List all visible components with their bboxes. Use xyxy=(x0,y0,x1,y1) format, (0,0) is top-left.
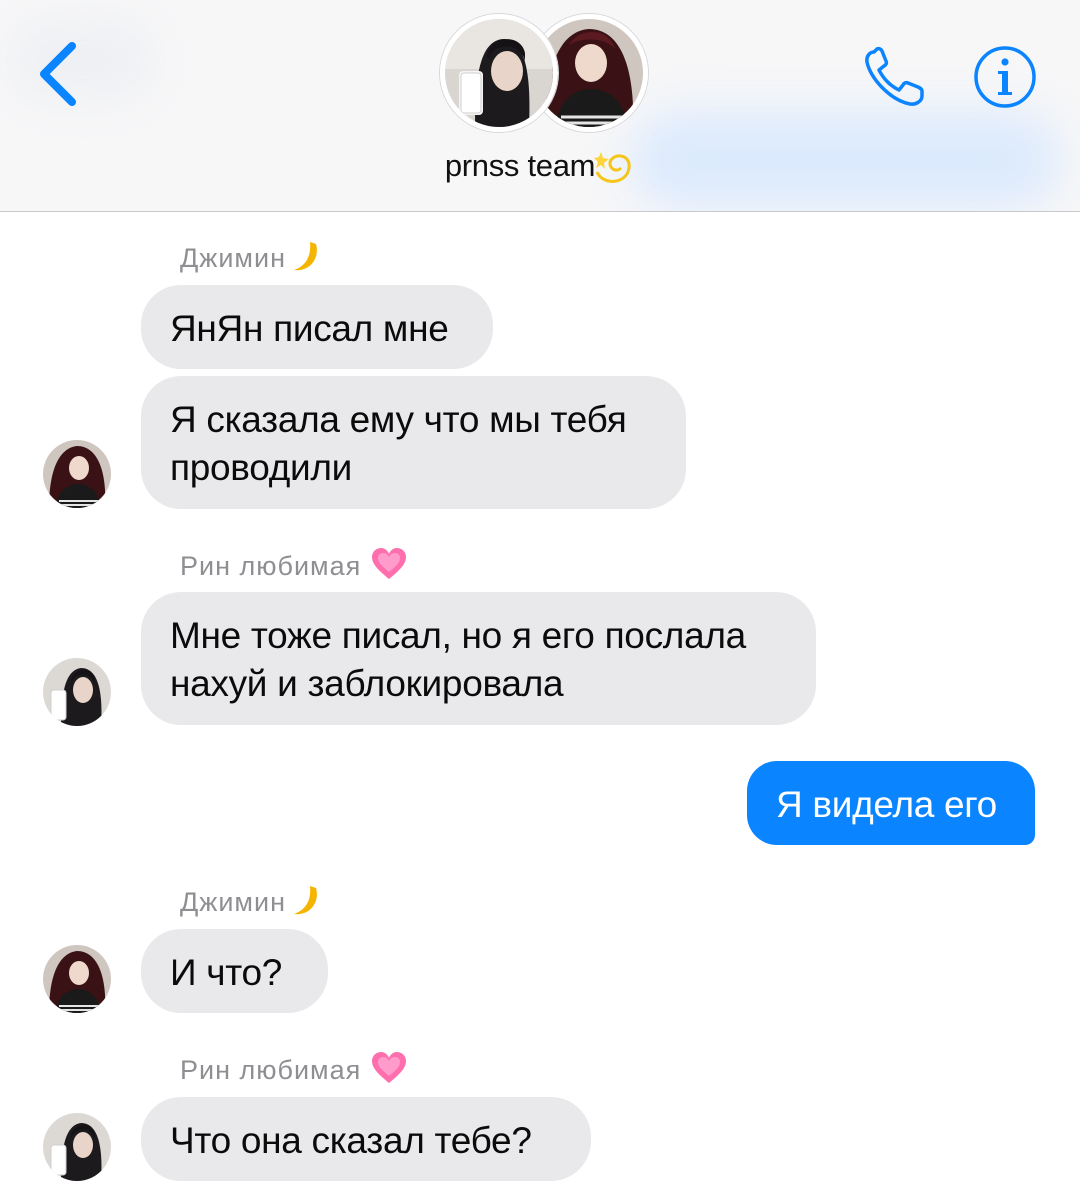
message-bubble[interactable]: Мне тоже писал, но я его послала нахуй и… xyxy=(141,592,816,725)
crescent-moon-emoji xyxy=(293,885,317,915)
phone-icon xyxy=(865,46,924,106)
message-text-line: проводили xyxy=(170,447,353,488)
info-button[interactable] xyxy=(972,44,1038,110)
message-text: Что она сказал тебе? xyxy=(170,1120,532,1161)
avatar-rin[interactable] xyxy=(43,1113,111,1181)
profile-photo xyxy=(43,1113,111,1181)
message-bubble[interactable]: ЯнЯн писал мне xyxy=(141,285,493,369)
outgoing-message-bubble[interactable]: Я видела его xyxy=(747,761,1035,845)
avatar-jimin[interactable] xyxy=(43,945,111,1013)
chat-header: prnss team xyxy=(0,0,1080,212)
profile-photo xyxy=(43,658,111,726)
growing-heart-emoji xyxy=(371,547,406,579)
chevron-left-icon xyxy=(40,42,76,106)
sender-name: Рин любимая xyxy=(180,547,408,582)
sender-name-text: Джимин xyxy=(180,887,286,917)
profile-photo xyxy=(43,440,111,508)
group-name[interactable]: prnss team xyxy=(0,148,1080,186)
message-text: И что? xyxy=(170,952,283,993)
profile-photo xyxy=(43,945,111,1013)
dizzy-emoji xyxy=(594,151,631,183)
sender-name: Джимин xyxy=(180,241,322,274)
sender-name-text: Рин любимая xyxy=(180,1055,362,1085)
avatar-rin[interactable] xyxy=(43,658,111,726)
message-text-line: Мне тоже писал, но я его послала xyxy=(170,615,746,656)
message-text: Я видела его xyxy=(776,784,997,825)
avatar-jimin[interactable] xyxy=(43,440,111,508)
sender-name: Джимин xyxy=(180,885,322,918)
sender-name: Рин любимая xyxy=(180,1051,408,1086)
message-text-line: Я сказала ему что мы тебя xyxy=(170,399,627,440)
profile-photo xyxy=(445,19,553,127)
message-bubble[interactable]: И что? xyxy=(141,929,328,1013)
message-text: ЯнЯн писал мне xyxy=(170,308,449,349)
message-bubble[interactable]: Я сказала ему что мы тебя проводили xyxy=(141,376,686,509)
call-button[interactable] xyxy=(860,44,932,110)
growing-heart-emoji xyxy=(371,1051,406,1083)
message-text-line: нахуй и заблокировала xyxy=(170,663,564,704)
sender-name-text: Джимин xyxy=(180,243,286,273)
group-avatar-1[interactable] xyxy=(440,14,558,132)
info-icon xyxy=(974,46,1036,108)
group-name-text: prnss team xyxy=(444,148,596,183)
crescent-moon-emoji xyxy=(293,241,317,271)
back-button[interactable] xyxy=(30,36,90,112)
sender-name-text: Рин любимая xyxy=(180,551,362,581)
message-bubble[interactable]: Что она сказал тебе? xyxy=(141,1097,591,1181)
